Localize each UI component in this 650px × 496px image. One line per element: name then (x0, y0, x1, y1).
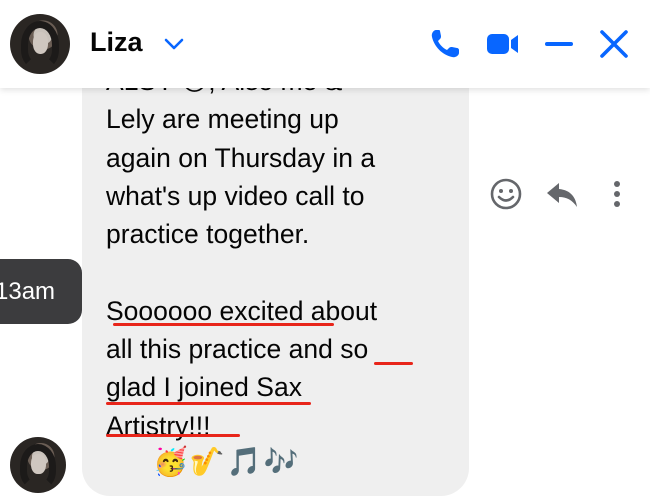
avatar-face (32, 32, 49, 54)
message-line: Lely are meeting up (106, 104, 339, 135)
red-underline-annotation (374, 362, 413, 365)
message-line: practice together. (106, 219, 310, 250)
message-timestamp: 13am (0, 259, 82, 324)
message-line: Soooooo excited about (106, 295, 378, 326)
sender-avatar[interactable] (10, 437, 66, 493)
red-underline-annotation (113, 323, 334, 326)
avatar-face (31, 453, 46, 474)
minimize-icon[interactable] (541, 26, 577, 62)
message-text: ALSY 😊, Also me & Lely are meeting up ag… (106, 62, 446, 445)
more-options-icon[interactable] (599, 176, 635, 212)
close-icon[interactable] (596, 26, 632, 62)
emoji-row: 🥳🎷🎵🎶 (153, 446, 301, 477)
chat-header: Liza (0, 0, 650, 88)
contact-avatar[interactable] (10, 14, 70, 74)
timestamp-text: 13am (0, 278, 56, 305)
chevron-down-icon[interactable] (162, 32, 186, 56)
phone-icon[interactable] (427, 26, 463, 62)
reply-icon[interactable] (544, 176, 580, 212)
message-line: all this practice and so (106, 334, 369, 365)
red-underline-annotation (106, 402, 311, 405)
message-line: glad I joined Sax (106, 372, 302, 403)
video-camera-icon[interactable] (484, 26, 520, 62)
smiley-face-icon[interactable] (488, 176, 524, 212)
contact-name[interactable]: Liza (90, 27, 143, 58)
red-underline-annotation (106, 434, 240, 437)
message-line: what's up video call to (106, 180, 365, 211)
message-line: again on Thursday in a (106, 142, 376, 173)
